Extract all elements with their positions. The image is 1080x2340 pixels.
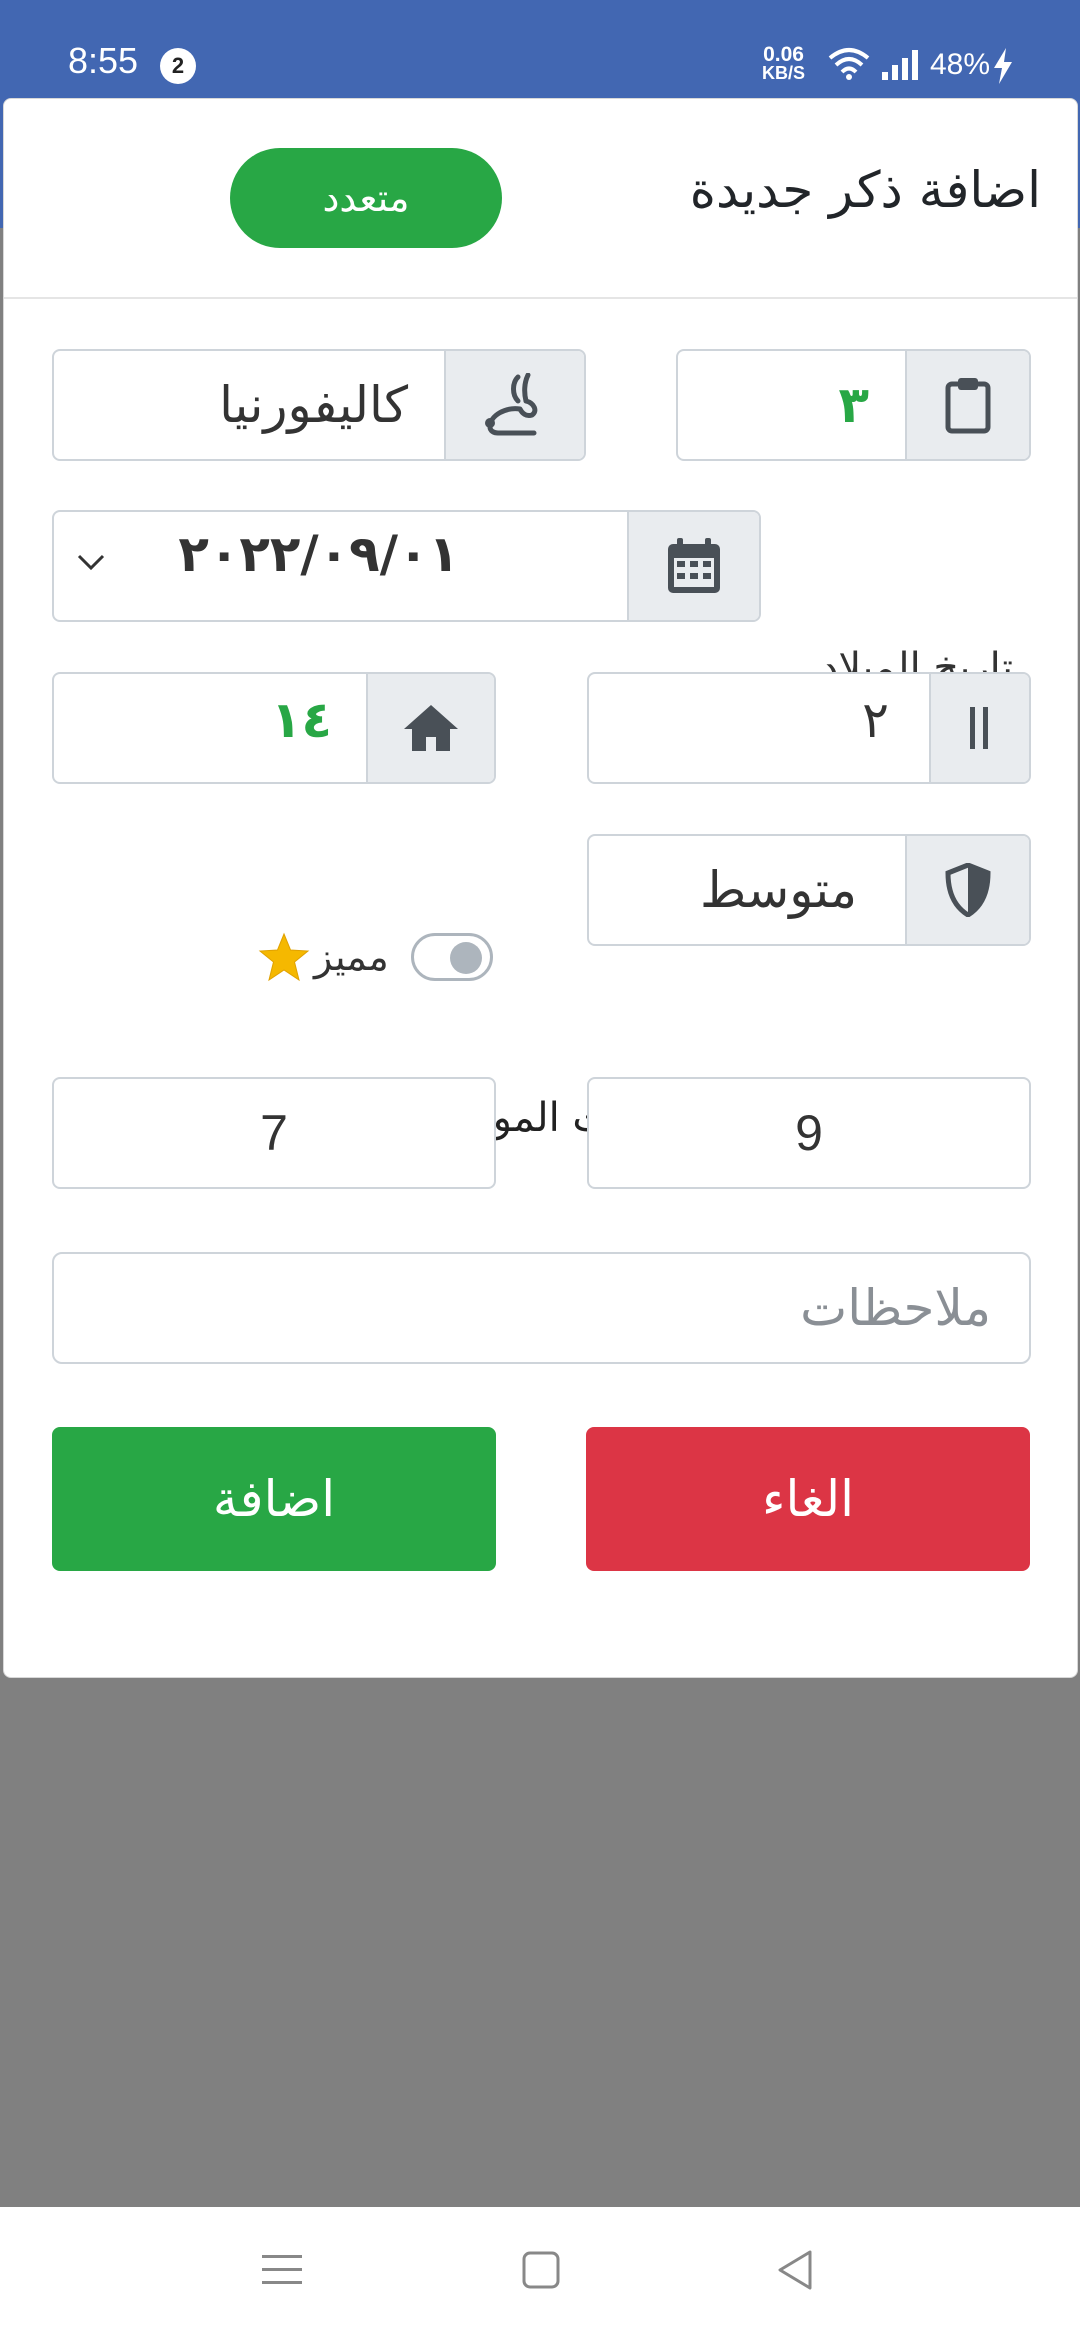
charging-bolt-icon	[994, 48, 1012, 84]
cage-number-field[interactable]: ٢	[587, 672, 1031, 784]
star-icon	[258, 932, 310, 982]
level-addon	[905, 836, 1029, 944]
battery-level: 48%	[930, 48, 991, 81]
breed-field[interactable]: كاليفورنيا	[52, 349, 586, 461]
cancel-button[interactable]: الغاء	[586, 1427, 1030, 1571]
positive-vaccinations-input[interactable]: 7	[52, 1077, 496, 1189]
status-time: 8:55	[68, 40, 139, 81]
birth-date-addon	[627, 512, 759, 620]
cage-icon	[970, 707, 988, 749]
add-button[interactable]: اضافة	[52, 1427, 496, 1571]
wifi-icon	[828, 48, 870, 80]
home-icon	[404, 705, 458, 751]
chevron-down-icon	[77, 554, 105, 571]
birth-date-value: ٢٠٢٢/٠٩/٠١	[178, 525, 459, 583]
system-navigation-bar	[0, 2207, 1080, 2340]
cage-number-value: ٢	[862, 691, 889, 749]
clipboard-icon	[945, 378, 991, 434]
add-male-dialog: اضافة ذكر جديدة متعدد ٣ كاليفورنيا تاريخ…	[3, 98, 1078, 1678]
status-bar: 8:55 2 0.06 KB/S 48%	[0, 0, 1080, 100]
home-square-icon[interactable]	[522, 2251, 560, 2289]
number-addon	[905, 351, 1029, 459]
vaccinations-input[interactable]: 9	[587, 1077, 1031, 1189]
house-addon	[366, 674, 494, 782]
calendar-icon	[668, 538, 720, 593]
featured-label: مميز	[314, 935, 389, 979]
number-value: ٣	[838, 376, 869, 434]
level-select[interactable]: متوسط	[587, 834, 1031, 946]
network-speed-unit: KB/S	[762, 63, 806, 83]
network-speed: 0.06 KB/S	[762, 43, 806, 83]
signal-icon	[882, 50, 918, 80]
number-field[interactable]: ٣	[676, 349, 1031, 461]
breed-addon	[444, 351, 584, 459]
breed-value: كاليفورنيا	[219, 376, 408, 434]
house-number-value: ١٤	[270, 691, 332, 749]
back-icon[interactable]	[776, 2249, 814, 2291]
notes-placeholder: ملاحظات	[800, 1279, 991, 1337]
multiple-button[interactable]: متعدد	[230, 148, 502, 248]
rabbit-icon	[485, 373, 538, 436]
menu-icon[interactable]	[262, 2253, 302, 2287]
notification-badge: 2	[160, 48, 196, 84]
shield-icon	[945, 863, 991, 917]
level-value: متوسط	[699, 861, 857, 919]
network-speed-value: 0.06	[763, 43, 804, 66]
featured-toggle-group: مميز	[258, 927, 493, 987]
cage-addon	[929, 674, 1029, 782]
dialog-header: اضافة ذكر جديدة متعدد	[4, 99, 1077, 299]
dialog-title: اضافة ذكر جديدة	[689, 161, 1041, 219]
birth-date-select[interactable]: ٢٠٢٢/٠٩/٠١	[52, 510, 761, 622]
featured-toggle[interactable]	[410, 933, 493, 981]
house-number-field[interactable]: ١٤	[52, 672, 496, 784]
notes-input[interactable]: ملاحظات	[52, 1252, 1031, 1364]
